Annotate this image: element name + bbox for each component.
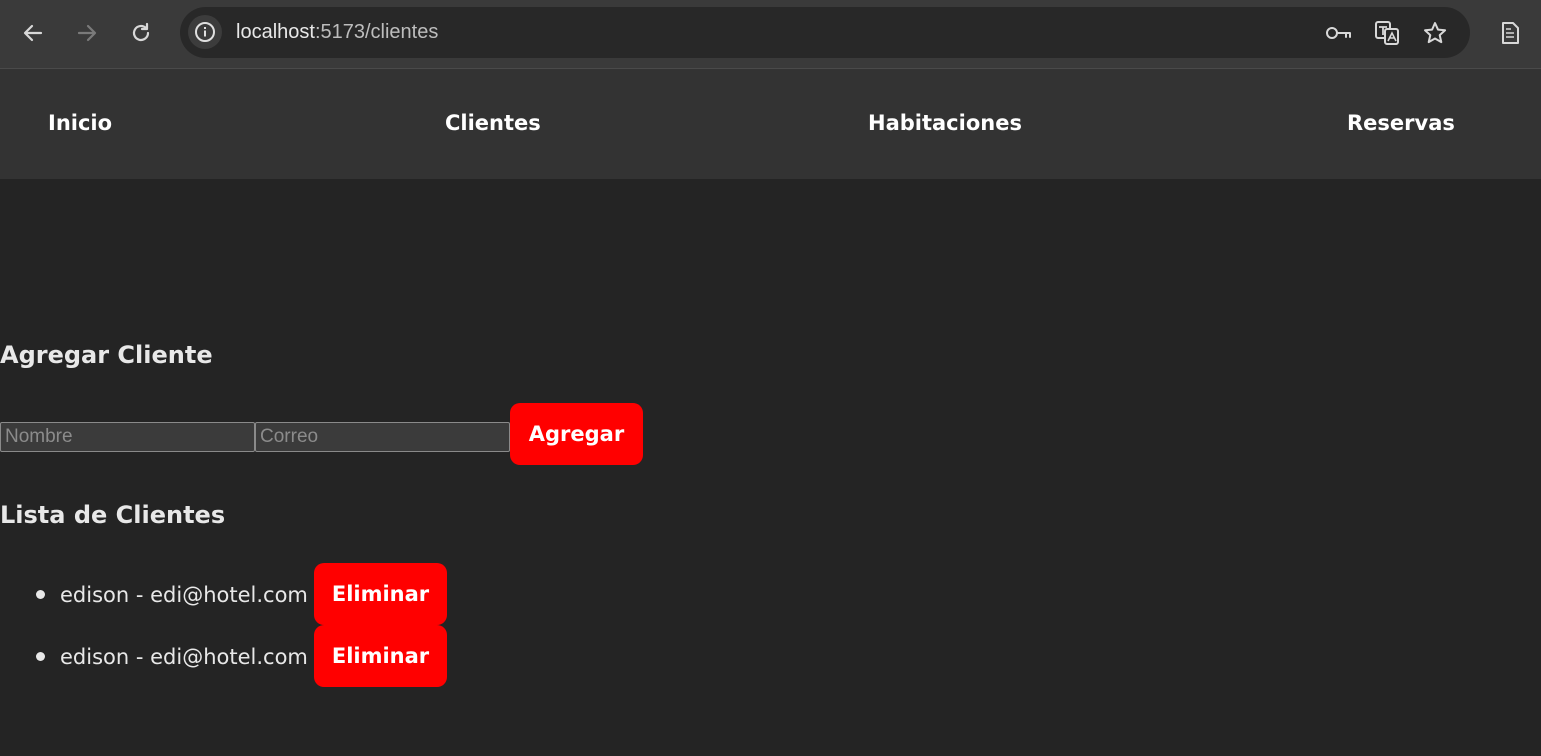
client-entry-text: edison - edi@hotel.com xyxy=(60,645,308,669)
back-arrow-icon[interactable] xyxy=(16,16,50,50)
nav-link-reservas[interactable]: Reservas xyxy=(1347,111,1455,135)
url-path: :5173/clientes xyxy=(314,21,439,43)
reload-icon[interactable] xyxy=(124,16,158,50)
list-item: edison - edi@hotel.com xyxy=(36,564,308,626)
bullet-icon xyxy=(36,590,45,599)
url-text[interactable]: localhost:5173/clientes xyxy=(236,21,438,44)
nav-link-clientes[interactable]: Clientes xyxy=(445,111,541,135)
app-navbar: Inicio Clientes Habitaciones Reservas xyxy=(0,69,1541,179)
browser-toolbar: localhost:5173/clientes xyxy=(0,0,1541,69)
translate-icon[interactable] xyxy=(1372,18,1402,48)
client-list-heading: Lista de Clientes xyxy=(0,501,226,529)
list-item: edison - edi@hotel.com xyxy=(36,626,308,688)
site-info-icon[interactable] xyxy=(188,15,222,49)
nav-link-inicio[interactable]: Inicio xyxy=(48,111,112,135)
delete-client-button[interactable]: Eliminar xyxy=(314,563,447,625)
star-icon[interactable] xyxy=(1420,18,1450,48)
key-icon[interactable] xyxy=(1324,18,1354,48)
reading-mode-icon[interactable] xyxy=(1493,16,1527,50)
address-bar[interactable]: localhost:5173/clientes xyxy=(180,7,1470,58)
name-input[interactable] xyxy=(0,422,255,452)
add-client-heading: Agregar Cliente xyxy=(0,341,213,369)
add-client-button[interactable]: Agregar xyxy=(510,403,643,465)
bullet-icon xyxy=(36,652,45,661)
client-entry-text: edison - edi@hotel.com xyxy=(60,583,308,607)
forward-arrow-icon[interactable] xyxy=(70,16,104,50)
delete-client-button[interactable]: Eliminar xyxy=(314,625,447,687)
url-host: localhost xyxy=(236,21,315,43)
nav-link-habitaciones[interactable]: Habitaciones xyxy=(868,111,1022,135)
email-input[interactable] xyxy=(255,422,510,452)
